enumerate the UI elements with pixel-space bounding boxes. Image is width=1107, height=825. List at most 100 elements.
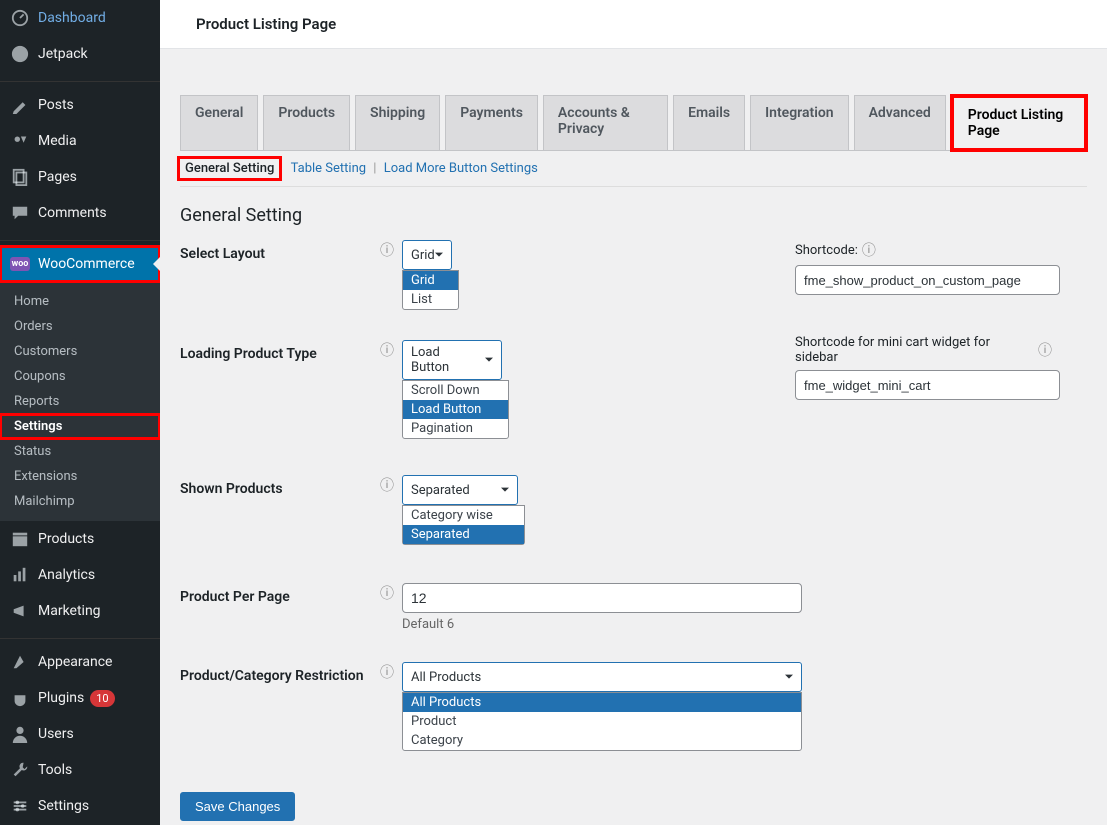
help-icon[interactable]: ⓘ xyxy=(380,240,394,260)
help-icon[interactable]: ⓘ xyxy=(380,583,394,603)
tab-general[interactable]: General xyxy=(180,95,258,151)
row-loading-product-type: Loading Product Type ⓘ Load Button Scrol… xyxy=(180,340,1087,380)
sidebar-item-appearance[interactable]: Appearance xyxy=(0,644,160,680)
tools-icon xyxy=(10,760,30,780)
help-icon[interactable]: ⓘ xyxy=(380,340,394,360)
tab-products[interactable]: Products xyxy=(263,95,350,151)
comments-icon xyxy=(10,203,30,223)
sidebar-item-label: Settings xyxy=(38,798,89,814)
settings-tabs: General Products Shipping Payments Accou… xyxy=(180,95,1087,151)
sidebar-item-label: Posts xyxy=(38,97,74,113)
submenu-item-settings[interactable]: Settings xyxy=(0,414,160,439)
row-restriction: Product/Category Restriction ⓘ All Produ… xyxy=(180,662,1087,692)
settings-icon xyxy=(10,796,30,816)
subtab-general-setting[interactable]: General Setting xyxy=(180,159,279,178)
select-layout-dropdown: Grid List xyxy=(402,270,459,310)
submenu-item-reports[interactable]: Reports xyxy=(0,389,160,414)
sidebar-item-dashboard[interactable]: Dashboard xyxy=(0,0,160,36)
row-shown-products: Shown Products ⓘ Separated Category wise… xyxy=(180,475,1087,505)
sidebar-item-analytics[interactable]: Analytics xyxy=(0,557,160,593)
sidebar-item-plugins[interactable]: Plugins 10 xyxy=(0,680,160,716)
select-layout[interactable]: Grid xyxy=(402,240,452,270)
subtab-table-setting[interactable]: Table Setting xyxy=(291,161,366,176)
option-pagination[interactable]: Pagination xyxy=(403,419,508,438)
sidebar-item-label: WooCommerce xyxy=(38,256,135,272)
label-text: Select Layout xyxy=(180,246,265,262)
subtab-load-more-button[interactable]: Load More Button Settings xyxy=(384,161,538,176)
tab-accounts-privacy[interactable]: Accounts & Privacy xyxy=(543,95,668,151)
submenu-item-coupons[interactable]: Coupons xyxy=(0,364,160,389)
select-restriction[interactable]: All Products xyxy=(402,662,802,692)
help-icon[interactable]: ⓘ xyxy=(380,662,394,682)
option-scroll-down[interactable]: Scroll Down xyxy=(403,381,508,400)
submenu-item-mailchimp[interactable]: Mailchimp xyxy=(0,489,160,514)
sidebar-item-jetpack[interactable]: Jetpack xyxy=(0,36,160,72)
submenu-item-customers[interactable]: Customers xyxy=(0,339,160,364)
sidebar-item-label: Jetpack xyxy=(38,46,88,62)
tab-emails[interactable]: Emails xyxy=(673,95,745,151)
woocommerce-submenu: Home Orders Customers Coupons Reports Se… xyxy=(0,282,160,521)
option-product[interactable]: Product xyxy=(403,712,801,731)
save-changes-button[interactable]: Save Changes xyxy=(180,792,295,821)
option-separated[interactable]: Separated xyxy=(403,525,524,544)
submenu-item-status[interactable]: Status xyxy=(0,439,160,464)
sidebar-item-posts[interactable]: Posts xyxy=(0,87,160,123)
option-category-wise[interactable]: Category wise xyxy=(403,506,524,525)
option-load-button[interactable]: Load Button xyxy=(403,400,508,419)
sidebar-item-marketing[interactable]: Marketing xyxy=(0,593,160,629)
sidebar-item-label: Tools xyxy=(38,762,72,778)
tab-shipping[interactable]: Shipping xyxy=(355,95,440,151)
label-text: Loading Product Type xyxy=(180,346,317,362)
option-category[interactable]: Category xyxy=(403,731,801,750)
tab-payments[interactable]: Payments xyxy=(445,95,538,151)
sidebar-item-media[interactable]: Media xyxy=(0,123,160,159)
option-grid[interactable]: Grid xyxy=(403,271,458,290)
tab-integration[interactable]: Integration xyxy=(750,95,848,151)
page-title-bar: Product Listing Page xyxy=(160,0,1107,49)
pages-icon xyxy=(10,167,30,187)
sidebar-item-label: Products xyxy=(38,531,94,547)
input-product-per-page[interactable] xyxy=(402,583,802,613)
main-content: Product Listing Page General Products Sh… xyxy=(160,0,1107,825)
sidebar-item-label: Appearance xyxy=(38,654,112,670)
sidebar-item-label: Comments xyxy=(38,205,107,221)
sidebar-item-label: Dashboard xyxy=(38,10,106,26)
option-all-products[interactable]: All Products xyxy=(403,693,801,712)
select-shown-products[interactable]: Separated xyxy=(402,475,518,505)
sidebar-item-label: Users xyxy=(38,726,74,742)
label-restriction: Product/Category Restriction xyxy=(180,662,380,684)
shortcode-input[interactable] xyxy=(795,265,1060,295)
option-list[interactable]: List xyxy=(403,290,458,309)
admin-sidebar: Dashboard Jetpack Posts Media Pages Comm… xyxy=(0,0,160,825)
shown-products-dropdown: Category wise Separated xyxy=(402,505,525,545)
label-loading-product-type: Loading Product Type xyxy=(180,340,380,362)
menu-separator xyxy=(0,634,160,639)
tab-advanced[interactable]: Advanced xyxy=(854,95,946,151)
sidebar-item-tools[interactable]: Tools xyxy=(0,752,160,788)
dashboard-icon xyxy=(10,8,30,28)
help-icon[interactable]: ⓘ xyxy=(380,475,394,495)
sidebar-item-comments[interactable]: Comments xyxy=(0,195,160,231)
sidebar-item-settings[interactable]: Settings xyxy=(0,788,160,824)
shortcode-label: Shortcode: ⓘ xyxy=(795,240,1060,260)
sidebar-item-label: Marketing xyxy=(38,603,101,619)
sidebar-item-label: Media xyxy=(38,133,77,149)
sidebar-item-users[interactable]: Users xyxy=(0,716,160,752)
submenu-item-extensions[interactable]: Extensions xyxy=(0,464,160,489)
label-text: Shortcode: xyxy=(795,243,858,258)
sidebar-item-label: Plugins xyxy=(38,690,84,706)
submenu-item-orders[interactable]: Orders xyxy=(0,314,160,339)
row-select-layout: Select Layout ⓘ Grid Grid List Shortcode… xyxy=(180,240,1087,270)
sidebar-item-pages[interactable]: Pages xyxy=(0,159,160,195)
sidebar-item-woocommerce[interactable]: woo WooCommerce xyxy=(0,246,160,282)
restriction-dropdown: All Products Product Category xyxy=(402,692,802,751)
default-note: Default 6 xyxy=(402,617,802,632)
sidebar-item-products[interactable]: Products xyxy=(0,521,160,557)
tab-product-listing-page[interactable]: Product Listing Page xyxy=(951,95,1087,151)
label-text: Shown Products xyxy=(180,481,283,497)
jetpack-icon xyxy=(10,44,30,64)
select-loading-product-type[interactable]: Load Button xyxy=(402,340,502,380)
help-icon[interactable]: ⓘ xyxy=(862,240,876,260)
label-product-per-page: Product Per Page xyxy=(180,583,380,605)
submenu-item-home[interactable]: Home xyxy=(0,289,160,314)
